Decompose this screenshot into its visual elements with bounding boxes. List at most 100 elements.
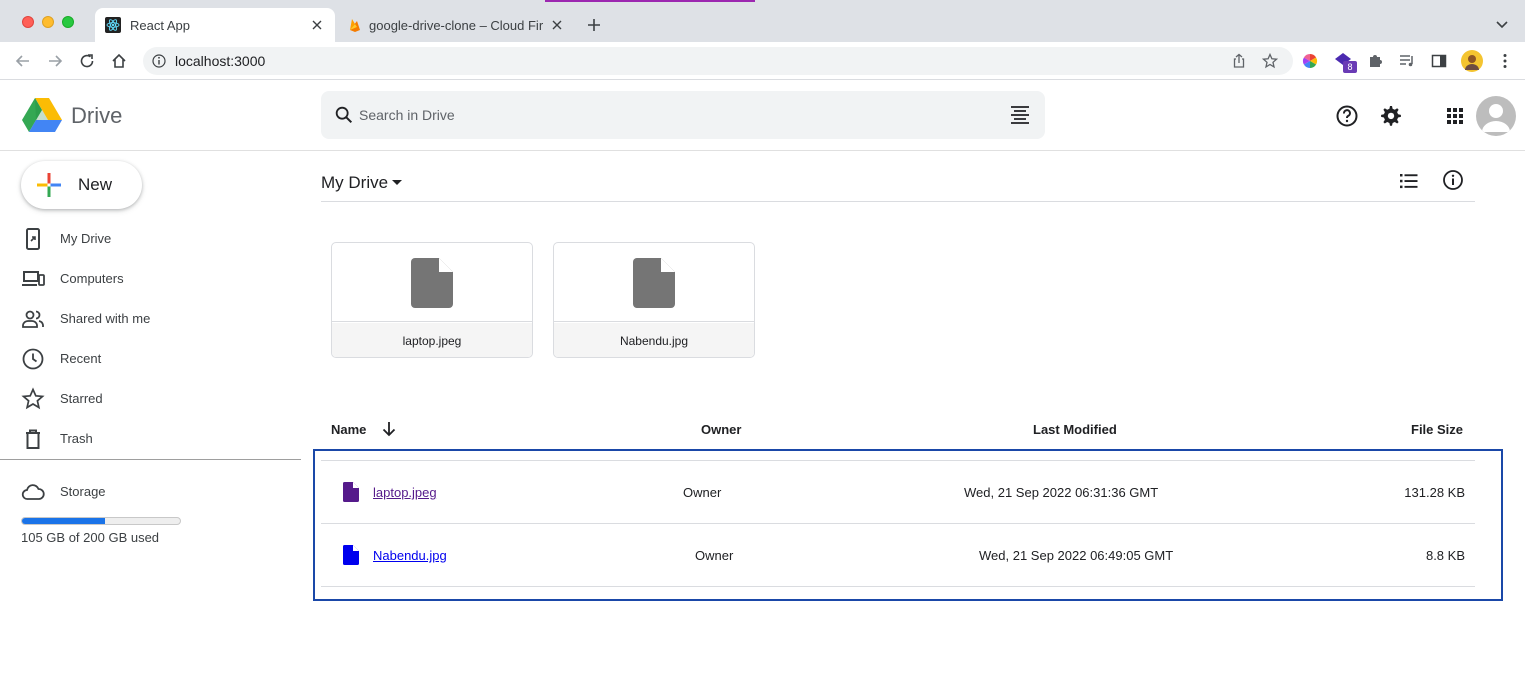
column-header-name[interactable]: Name	[331, 422, 366, 437]
user-avatar-icon	[1482, 104, 1510, 132]
storage-usage-text: 105 GB of 200 GB used	[21, 530, 160, 545]
sidebar-item-recent[interactable]: Recent	[0, 339, 301, 379]
sidebar-item-shared[interactable]: Shared with me	[0, 299, 301, 339]
window-maximize-button[interactable]	[62, 16, 74, 28]
card-footer: Nabendu.jpg	[554, 323, 754, 357]
caret-down-icon[interactable]	[390, 175, 404, 189]
avatar[interactable]	[1476, 96, 1516, 136]
list-view-icon[interactable]	[1398, 170, 1420, 192]
trash-icon	[26, 429, 40, 449]
file-modified-date: Wed, 21 Sep 2022 06:31:36 GMT	[964, 485, 1159, 500]
sidebar-item-starred[interactable]: Starred	[0, 379, 301, 419]
home-icon[interactable]	[110, 52, 128, 70]
file-icon	[343, 482, 359, 502]
sidebar-item-label: Shared with me	[60, 311, 151, 326]
search-bar[interactable]	[321, 91, 1045, 139]
card-file-name: Nabendu.jpg	[619, 334, 689, 348]
file-owner: Owner	[695, 548, 734, 563]
sidebar: New My Drive Computers Shared with me Re…	[0, 151, 301, 691]
header-divider	[321, 201, 1475, 202]
new-tab-icon[interactable]	[586, 17, 602, 33]
card-file-name: laptop.jpeg	[402, 334, 462, 348]
page-title[interactable]: My Drive	[321, 173, 388, 193]
window-close-button[interactable]	[22, 16, 34, 28]
table-row[interactable]: laptop.jpeg Owner Wed, 21 Sep 2022 06:31…	[321, 461, 1475, 523]
drive-logo-icon	[22, 98, 62, 132]
column-header-size[interactable]: File Size	[1411, 422, 1463, 437]
shared-icon	[22, 310, 44, 328]
help-icon[interactable]	[1335, 104, 1359, 128]
app-title: Drive	[71, 103, 123, 128]
browser-tab-bar: React App google-drive-clone – Cloud Fir	[0, 0, 1525, 42]
cloud-icon	[21, 484, 45, 500]
tab-accent-line	[545, 0, 755, 2]
search-input[interactable]	[359, 103, 979, 127]
site-info-icon[interactable]	[152, 54, 166, 68]
media-queue-icon[interactable]	[1398, 52, 1416, 70]
file-size: 8.8 KB	[1425, 548, 1465, 563]
card-preview	[332, 243, 532, 322]
browser-tab-firebase[interactable]: google-drive-clone – Cloud Fir	[337, 8, 575, 42]
gear-icon[interactable]	[1379, 104, 1403, 128]
clock-icon	[22, 348, 44, 370]
react-icon	[105, 17, 121, 33]
firebase-icon	[350, 19, 360, 32]
side-panel-icon[interactable]	[1430, 52, 1448, 70]
sidebar-item-label: My Drive	[60, 231, 112, 246]
file-size: 131.28 KB	[1404, 485, 1465, 500]
window-minimize-button[interactable]	[42, 16, 54, 28]
file-owner: Owner	[683, 485, 722, 500]
new-button-label: New	[78, 175, 113, 194]
bookmark-star-icon[interactable]	[1262, 53, 1278, 69]
column-header-owner[interactable]: Owner	[701, 422, 741, 437]
share-icon[interactable]	[1231, 53, 1247, 69]
file-modified-date: Wed, 21 Sep 2022 06:49:05 GMT	[979, 548, 1174, 563]
close-icon[interactable]	[309, 17, 325, 33]
file-icon	[343, 545, 359, 565]
file-name-link[interactable]: laptop.jpeg	[373, 485, 437, 500]
browser-tab-react-app[interactable]: React App	[95, 8, 335, 42]
file-name-link[interactable]: Nabendu.jpg	[373, 548, 447, 563]
profile-avatar-icon[interactable]	[1461, 50, 1483, 72]
address-bar[interactable]: localhost:3000	[143, 47, 1293, 75]
reload-icon[interactable]	[78, 52, 96, 70]
info-icon[interactable]	[1442, 169, 1464, 191]
sidebar-item-label: Computers	[60, 271, 124, 286]
chevron-down-icon[interactable]	[1495, 18, 1509, 32]
kebab-menu-icon[interactable]	[1496, 52, 1514, 70]
apps-grid-icon[interactable]	[1443, 104, 1467, 128]
file-card[interactable]: laptop.jpeg	[331, 242, 533, 358]
sidebar-item-my-drive[interactable]: My Drive	[0, 219, 301, 259]
app-header: Drive	[0, 81, 1525, 151]
storage-progress-bar	[21, 517, 181, 525]
file-card[interactable]: Nabendu.jpg	[553, 242, 755, 358]
tab-title: React App	[130, 18, 190, 33]
sidebar-item-label: Trash	[60, 431, 93, 446]
card-preview	[554, 243, 754, 322]
star-icon	[21, 387, 45, 410]
column-header-modified[interactable]: Last Modified	[1033, 422, 1117, 437]
search-icon[interactable]	[333, 104, 355, 126]
new-button[interactable]: New	[21, 161, 142, 209]
url-text[interactable]: localhost:3000	[175, 53, 265, 69]
arrow-down-icon[interactable]	[380, 420, 398, 438]
row-divider	[321, 586, 1475, 587]
sidebar-divider	[0, 459, 301, 460]
card-footer: laptop.jpeg	[332, 323, 532, 357]
sidebar-item-computers[interactable]: Computers	[0, 259, 301, 299]
puzzle-icon[interactable]	[1366, 52, 1384, 70]
color-wheel-extension-icon[interactable]	[1301, 52, 1319, 70]
forward-icon[interactable]	[46, 52, 64, 70]
search-options-icon[interactable]	[1009, 104, 1031, 126]
sidebar-item-trash[interactable]: Trash	[0, 419, 301, 459]
sidebar-item-label: Starred	[60, 391, 103, 406]
back-icon[interactable]	[14, 52, 32, 70]
extension-badge-count: 8	[1343, 61, 1357, 73]
table-row[interactable]: Nabendu.jpg Owner Wed, 21 Sep 2022 06:49…	[321, 524, 1475, 586]
plus-icon	[37, 173, 61, 197]
storage-label: Storage	[60, 484, 106, 499]
file-icon	[411, 258, 453, 308]
sidebar-item-label: Recent	[60, 351, 102, 366]
computers-icon	[22, 271, 45, 286]
close-icon[interactable]	[549, 17, 565, 33]
